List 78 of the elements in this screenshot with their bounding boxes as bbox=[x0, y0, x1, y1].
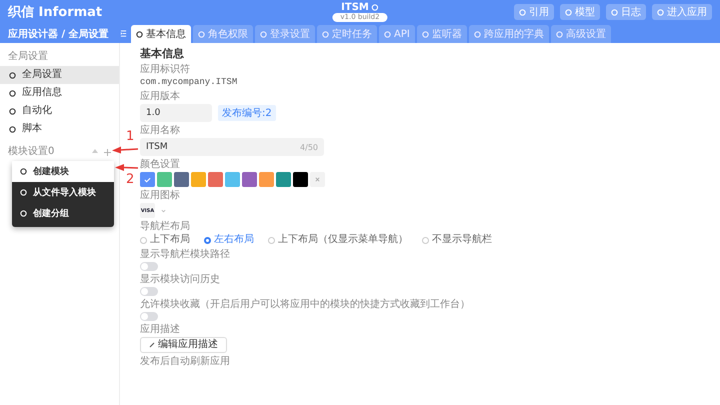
color-swatch[interactable] bbox=[208, 172, 223, 187]
color-swatch[interactable] bbox=[174, 172, 189, 187]
ring-icon bbox=[20, 210, 27, 217]
color-swatch[interactable] bbox=[225, 172, 240, 187]
app-logo: 织信 Informat bbox=[8, 4, 102, 21]
sidebar-section-title: 全局设置 bbox=[7, 51, 49, 64]
ring-icon bbox=[384, 30, 391, 38]
edit-description-button[interactable]: 编辑应用描述 bbox=[140, 337, 227, 353]
field-label: 发布后自动刷新应用 bbox=[140, 356, 230, 368]
ring-icon bbox=[422, 30, 429, 38]
annotation-arrow bbox=[112, 145, 138, 155]
field-label: 应用版本 bbox=[140, 91, 180, 103]
menu-item[interactable]: 从文件导入模块 bbox=[12, 182, 114, 203]
add-icon[interactable] bbox=[104, 148, 111, 156]
radio-option[interactable]: 上下布局（仅显示菜单导航） bbox=[268, 234, 408, 246]
app-title: ITSM bbox=[341, 2, 369, 13]
ring-icon bbox=[611, 8, 618, 16]
color-swatch[interactable] bbox=[140, 172, 155, 187]
ring-icon bbox=[556, 30, 563, 38]
ring-icon bbox=[20, 168, 27, 175]
clear-button[interactable] bbox=[310, 172, 325, 187]
color-swatch[interactable] bbox=[259, 172, 274, 187]
ring-icon bbox=[9, 90, 16, 96]
sidebar-item[interactable]: 自动化 bbox=[0, 102, 119, 120]
upload-icon[interactable] bbox=[92, 149, 98, 155]
annotation-number: 1 bbox=[126, 129, 134, 144]
field-value: com.mycompany.ITSM bbox=[140, 77, 238, 88]
toggle-switch[interactable] bbox=[140, 312, 158, 321]
ring-icon bbox=[136, 30, 143, 38]
breadcrumb: 应用设计器 / 全局设置 bbox=[7, 27, 110, 40]
section-title: 基本信息 bbox=[140, 47, 185, 61]
field-label: 应用图标 bbox=[140, 190, 180, 202]
color-swatch[interactable] bbox=[276, 172, 291, 187]
ring-icon bbox=[519, 8, 526, 16]
ring-icon bbox=[657, 8, 664, 16]
release-tag: 发布编号:2 bbox=[218, 105, 276, 121]
help-icon bbox=[372, 4, 379, 11]
ring-icon bbox=[260, 30, 267, 38]
ring-icon bbox=[9, 126, 16, 132]
sidebar-item[interactable]: 全局设置 bbox=[0, 66, 119, 84]
toggle-switch[interactable] bbox=[140, 287, 158, 296]
toggle-switch[interactable] bbox=[140, 262, 158, 271]
field-label: 显示模块访问历史 bbox=[140, 274, 220, 286]
close-icon bbox=[315, 177, 320, 182]
name-field[interactable]: ITSM 4/50 bbox=[140, 138, 324, 156]
menu-item[interactable]: 创建模块 bbox=[12, 161, 114, 182]
field-label: 显示导航栏模块路径 bbox=[140, 249, 230, 261]
field-label: 应用名称 bbox=[140, 125, 180, 137]
tab[interactable]: 基本信息 bbox=[131, 25, 191, 43]
ring-icon bbox=[9, 108, 16, 114]
annotation-arrow bbox=[115, 163, 138, 173]
menu-item[interactable]: 创建分组 bbox=[12, 203, 114, 224]
color-swatch[interactable] bbox=[293, 172, 308, 187]
sidebar-section-title: 模块设置0 bbox=[8, 146, 54, 158]
sidebar-item[interactable]: 脚本 bbox=[0, 120, 119, 138]
ring-icon bbox=[322, 30, 329, 38]
radio-option[interactable]: 上下布局 bbox=[140, 234, 190, 246]
collapse-icon[interactable] bbox=[120, 30, 127, 37]
field-label: 导航栏布局 bbox=[140, 221, 190, 233]
ring-icon bbox=[20, 189, 27, 196]
field-label: 颜色设置 bbox=[140, 159, 180, 171]
color-swatch[interactable] bbox=[242, 172, 257, 187]
radio-option[interactable]: 不显示导航栏 bbox=[422, 234, 492, 246]
ring-icon bbox=[565, 8, 572, 16]
version-field[interactable]: 1.0 bbox=[140, 104, 212, 122]
color-swatch[interactable] bbox=[157, 172, 172, 187]
ring-icon bbox=[9, 72, 16, 78]
ring-icon bbox=[198, 30, 205, 38]
color-swatch[interactable] bbox=[191, 172, 206, 187]
pencil-icon bbox=[149, 342, 155, 348]
radio-option[interactable]: 左右布局 bbox=[204, 234, 254, 246]
sidebar-item[interactable]: 应用信息 bbox=[0, 84, 119, 102]
annotation-number: 2 bbox=[126, 172, 134, 187]
field-label: 允许模块收藏（开启后用户可以将应用中的模块的快捷方式收藏到工作台） bbox=[140, 299, 470, 311]
field-label: 应用标识符 bbox=[140, 64, 190, 76]
field-label: 应用描述 bbox=[140, 324, 180, 336]
chevron-icon bbox=[161, 208, 166, 212]
ring-icon bbox=[474, 30, 481, 38]
